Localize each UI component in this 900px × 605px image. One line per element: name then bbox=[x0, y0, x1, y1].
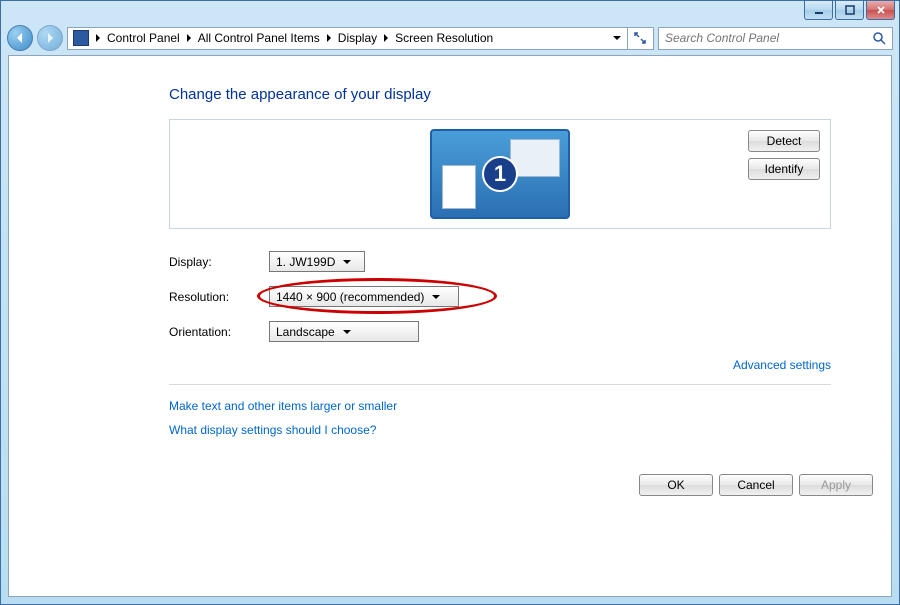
toolbar: Control Panel All Control Panel Items Di… bbox=[1, 23, 899, 53]
page-title: Change the appearance of your display bbox=[169, 86, 831, 103]
chevron-down-icon bbox=[343, 330, 351, 334]
divider bbox=[169, 384, 831, 385]
refresh-button[interactable] bbox=[627, 28, 651, 49]
chevron-right-icon bbox=[187, 34, 191, 42]
text-size-link[interactable]: Make text and other items larger or smal… bbox=[169, 399, 397, 413]
identify-button[interactable]: Identify bbox=[748, 158, 820, 180]
titlebar[interactable] bbox=[1, 1, 899, 23]
display-combo[interactable]: 1. JW199D bbox=[269, 251, 365, 272]
resolution-label: Resolution: bbox=[169, 290, 269, 304]
chevron-right-icon bbox=[384, 34, 388, 42]
breadcrumb-item[interactable]: All Control Panel Items bbox=[195, 28, 323, 49]
resolution-combo[interactable]: 1440 × 900 (recommended) bbox=[269, 286, 459, 307]
window-frame: Control Panel All Control Panel Items Di… bbox=[0, 0, 900, 605]
apply-button: Apply bbox=[799, 474, 873, 496]
breadcrumb-label: All Control Panel Items bbox=[198, 31, 320, 45]
breadcrumb-label: Screen Resolution bbox=[395, 31, 493, 45]
maximize-button[interactable] bbox=[835, 1, 864, 20]
cancel-button[interactable]: Cancel bbox=[719, 474, 793, 496]
detect-button[interactable]: Detect bbox=[748, 130, 820, 152]
minimize-button[interactable] bbox=[804, 1, 833, 20]
control-panel-icon bbox=[73, 30, 89, 46]
chevron-down-icon bbox=[343, 260, 351, 264]
help-link[interactable]: What display settings should I choose? bbox=[169, 423, 376, 437]
content-pane: Change the appearance of your display 1 … bbox=[8, 55, 892, 597]
chevron-down-icon bbox=[432, 295, 440, 299]
display-preview: 1 Detect Identify bbox=[169, 119, 831, 229]
search-icon bbox=[872, 31, 886, 45]
chevron-right-icon bbox=[96, 34, 100, 42]
chevron-right-icon bbox=[327, 34, 331, 42]
breadcrumb-item[interactable]: Display bbox=[335, 28, 380, 49]
breadcrumb-item[interactable]: Control Panel bbox=[104, 28, 183, 49]
orientation-label: Orientation: bbox=[169, 325, 269, 339]
address-dropdown-icon[interactable] bbox=[613, 36, 621, 40]
search-box[interactable] bbox=[658, 27, 893, 50]
footer-buttons: OK Cancel Apply bbox=[639, 474, 873, 496]
orientation-combo[interactable]: Landscape bbox=[269, 321, 419, 342]
ok-button[interactable]: OK bbox=[639, 474, 713, 496]
advanced-settings-link[interactable]: Advanced settings bbox=[733, 358, 831, 372]
breadcrumb-item[interactable]: Screen Resolution bbox=[392, 28, 496, 49]
close-button[interactable] bbox=[866, 1, 895, 20]
display-value: 1. JW199D bbox=[276, 255, 335, 269]
monitor-thumbnail[interactable]: 1 bbox=[430, 129, 570, 219]
address-bar[interactable]: Control Panel All Control Panel Items Di… bbox=[67, 27, 654, 50]
breadcrumb-label: Display bbox=[338, 31, 377, 45]
display-label: Display: bbox=[169, 255, 269, 269]
orientation-value: Landscape bbox=[276, 325, 335, 339]
resolution-value: 1440 × 900 (recommended) bbox=[276, 290, 424, 304]
breadcrumb-label: Control Panel bbox=[107, 31, 180, 45]
forward-button[interactable] bbox=[37, 25, 63, 51]
search-input[interactable] bbox=[665, 31, 845, 45]
monitor-number: 1 bbox=[482, 156, 518, 192]
back-button[interactable] bbox=[7, 25, 33, 51]
